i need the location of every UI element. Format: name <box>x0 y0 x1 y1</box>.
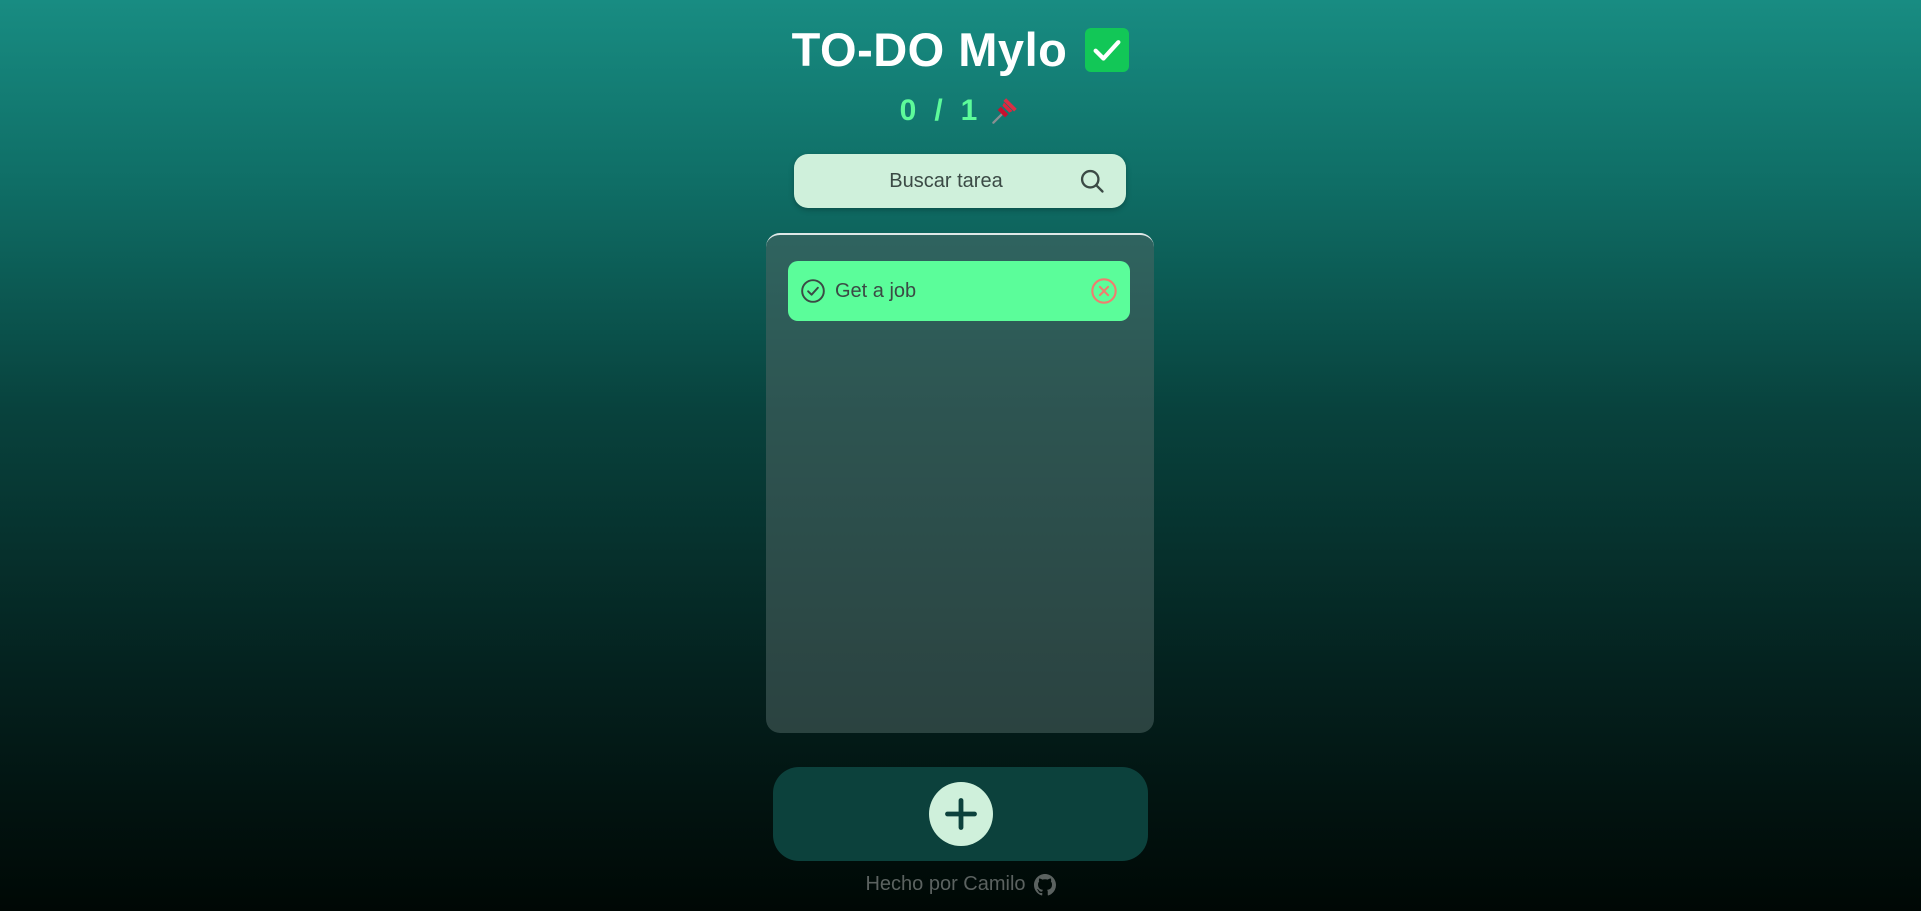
check-circle-icon[interactable] <box>800 278 826 304</box>
search-icon[interactable] <box>1078 167 1106 195</box>
add-todo-button[interactable] <box>928 782 993 846</box>
footer-text: Hecho por Camilo <box>865 873 1026 895</box>
close-circle-icon[interactable] <box>1090 277 1118 305</box>
check-mark-icon <box>1085 28 1130 72</box>
completed-count: 0 <box>899 94 917 127</box>
todo-item: Get a job <box>788 261 1130 321</box>
counter-separator: / <box>934 94 943 127</box>
footer: Hecho por Camilo <box>0 873 1921 896</box>
page-title: TO-DO Mylo <box>791 23 1068 76</box>
task-counter: 0 / 1 <box>900 94 1022 128</box>
plus-icon <box>944 798 977 830</box>
search-bar <box>794 154 1126 208</box>
header: TO-DO Mylo 0 / 1 <box>0 22 1921 128</box>
todo-list: Get a job <box>766 233 1154 733</box>
github-icon[interactable] <box>1033 873 1056 896</box>
pushpin-icon <box>987 94 1021 128</box>
todo-text: Get a job <box>835 279 917 302</box>
search-input[interactable] <box>804 168 1088 194</box>
title-row: TO-DO Mylo <box>792 22 1130 78</box>
add-bar <box>773 767 1148 861</box>
total-count: 1 <box>960 94 978 127</box>
